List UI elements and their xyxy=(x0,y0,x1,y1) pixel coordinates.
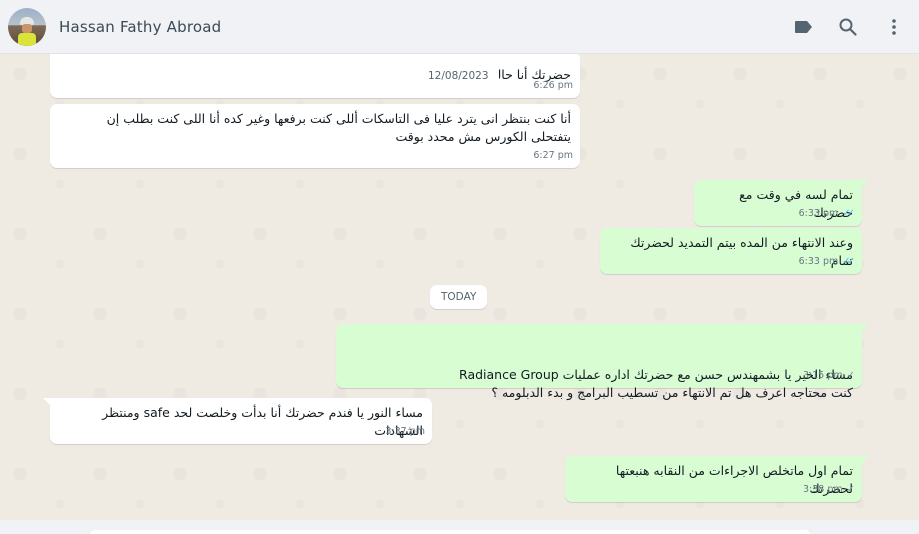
message-time: 3:15 pm xyxy=(802,370,843,381)
contact-name[interactable]: Hassan Fathy Abroad xyxy=(59,18,221,36)
message-time: 3:38 pm xyxy=(802,484,843,495)
message-meta: 6:33 pm ✓✓ xyxy=(799,205,855,223)
message-text: مساء الخير يا بشمهندس حسن مع حضرتك اداره… xyxy=(459,367,853,400)
message-meta: 3:37 pm xyxy=(385,423,425,441)
date-separator: 12/08/2023 xyxy=(418,66,499,86)
message-bubble[interactable]: تمام اول ماتخلص الاجراءات من النقابه هنب… xyxy=(565,456,869,502)
message-bubble[interactable]: مساء الخير يا بشمهندس حسن مع حضرتك اداره… xyxy=(336,324,869,400)
message-bubble[interactable]: حضرتك أنا حاليا 6:26 pm xyxy=(50,54,580,98)
search-icon[interactable] xyxy=(836,15,860,39)
message-time: 6:27 pm xyxy=(533,150,573,161)
label-icon[interactable] xyxy=(792,15,816,39)
message-bubble[interactable]: مساء النور يا فندم حضرتك أنا بدأت وخلصت … xyxy=(43,398,432,444)
message-text: مساء النور يا فندم حضرتك أنا بدأت وخلصت … xyxy=(102,405,423,438)
message-bubble[interactable]: تمام لسه في وقت مع حضرتك 6:33 pm ✓✓ xyxy=(694,180,869,226)
message-meta: 6:26 pm xyxy=(533,77,573,95)
message-meta: 6:33 pm ✓✓ xyxy=(799,253,855,271)
compose-bar xyxy=(0,520,919,534)
message-time: 6:33 pm xyxy=(798,256,839,267)
date-separator: TODAY xyxy=(430,285,488,309)
message-bubble[interactable]: أنا كنت بنتظر انى يترد عليا فى التاسكات … xyxy=(50,104,580,168)
message-list[interactable]: حضرتك أنا حاليا 6:26 pm 12/08/2023 أنا ك… xyxy=(0,54,919,520)
message-time: 3:37 pm xyxy=(385,426,425,437)
message-meta: 3:38 pm ✓ xyxy=(803,481,855,499)
message-text: أنا كنت بنتظر انى يترد عليا فى التاسكات … xyxy=(106,111,571,144)
message-bubble[interactable]: وعند الانتهاء من المده بيتم التمديد لحضر… xyxy=(600,228,862,274)
message-meta: 6:27 pm xyxy=(533,147,573,165)
chat-header: Hassan Fathy Abroad xyxy=(0,0,919,54)
sent-tick-icon: ✓ xyxy=(846,370,855,381)
kebab-menu-icon[interactable] xyxy=(882,15,906,39)
read-receipt-icon: ✓✓ xyxy=(842,208,855,219)
message-time: 6:33 pm xyxy=(798,208,839,219)
contact-avatar[interactable] xyxy=(8,8,46,46)
read-receipt-icon: ✓✓ xyxy=(842,256,855,267)
sent-tick-icon: ✓ xyxy=(846,484,855,495)
message-meta: 3:15 pm ✓ xyxy=(803,367,855,385)
message-input[interactable] xyxy=(90,530,810,534)
message-time: 6:26 pm xyxy=(533,80,573,91)
